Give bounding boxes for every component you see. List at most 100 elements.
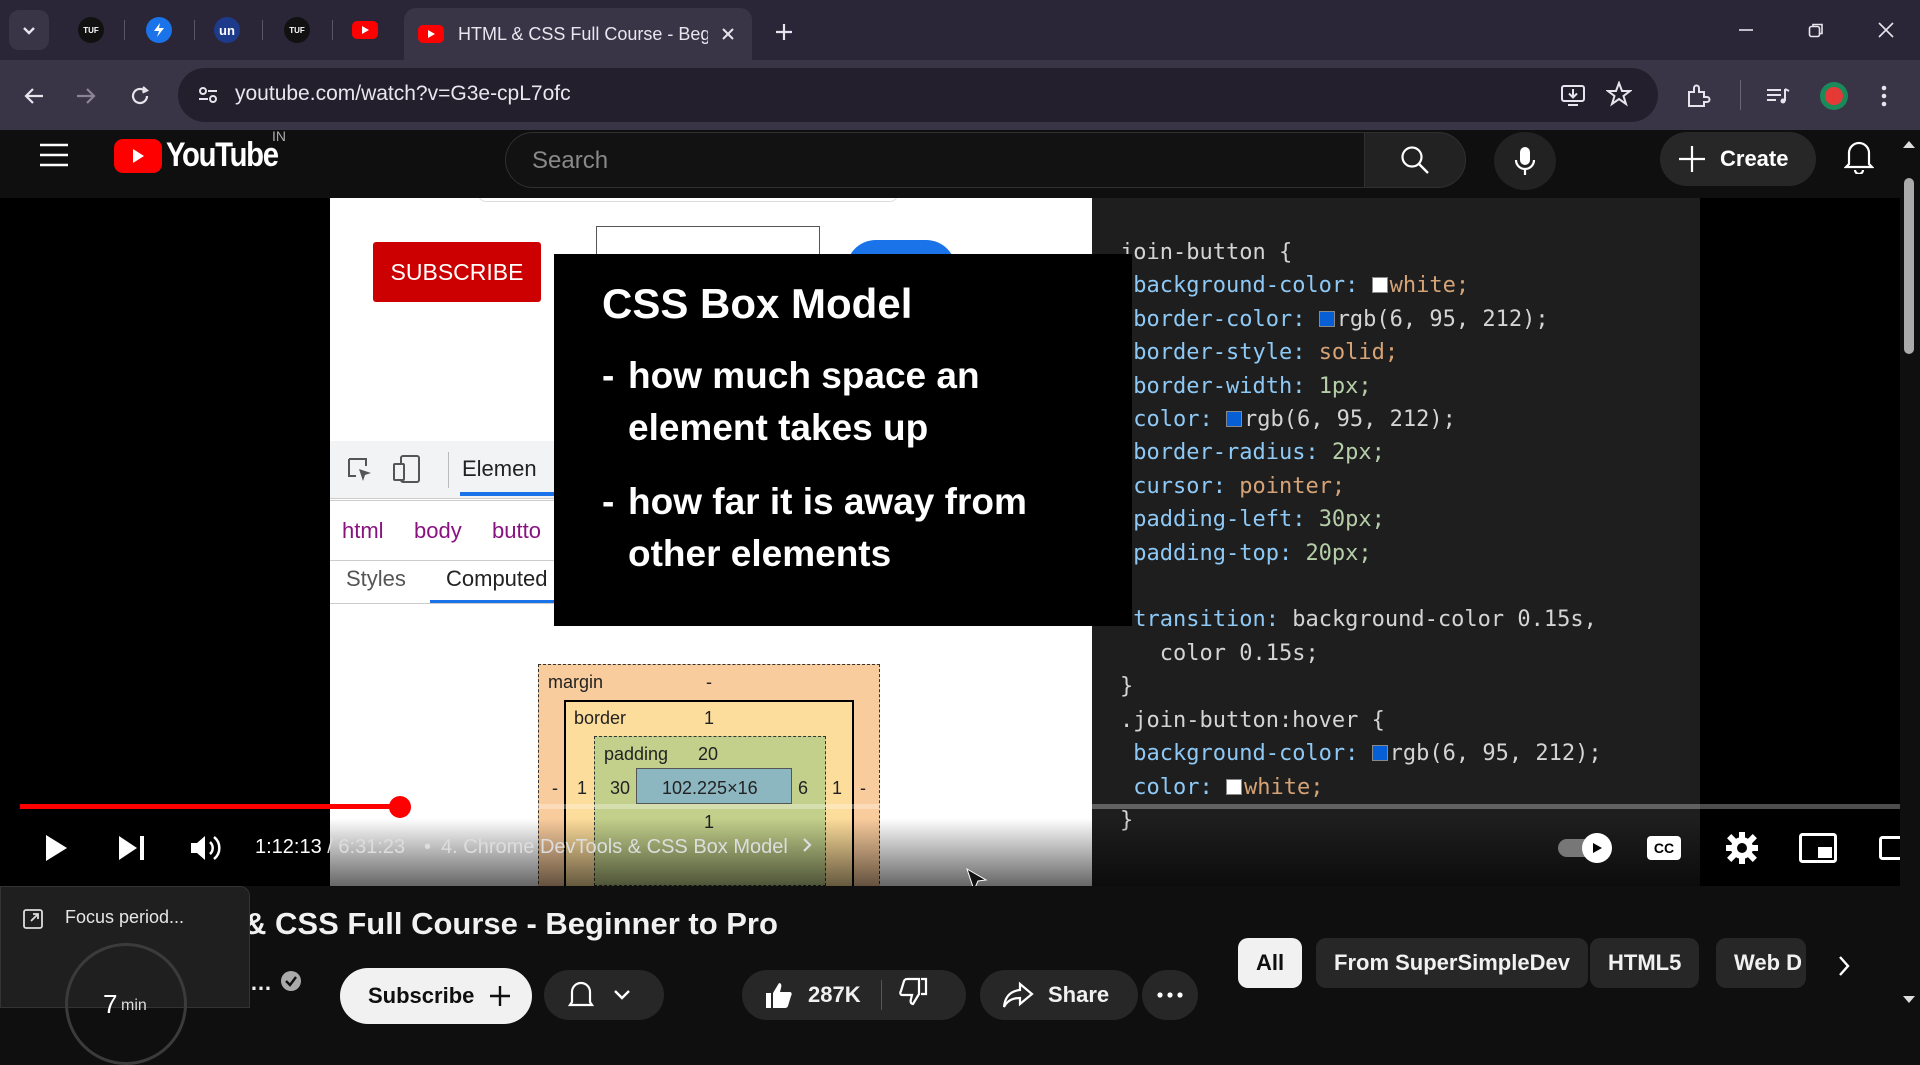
- chapter-label: 4. Chrome DevTools & CSS Box Model: [441, 836, 788, 858]
- bm-margin-right: -: [860, 778, 866, 798]
- chips-scroll-right-icon[interactable]: [1824, 946, 1864, 986]
- create-button[interactable]: Create: [1660, 132, 1816, 186]
- captions-button[interactable]: CC: [1644, 828, 1684, 868]
- code-value: 30px;: [1318, 507, 1385, 533]
- chip-html5[interactable]: HTML5: [1590, 938, 1700, 988]
- plus-icon: [1679, 146, 1705, 172]
- progress-bar-played: [20, 804, 400, 809]
- color-swatch: [1371, 277, 1388, 294]
- skip-next-icon: [119, 836, 144, 860]
- chip-all[interactable]: All: [1238, 938, 1303, 988]
- scroll-up-arrow-icon[interactable]: [1902, 136, 1916, 154]
- chapter-title[interactable]: • 4. Chrome DevTools & CSS Box Model: [424, 836, 813, 859]
- code-value: rgb(6, 95, 212);: [1336, 306, 1549, 332]
- progress-scrubber-handle[interactable]: [389, 796, 411, 818]
- search-input[interactable]: Search: [505, 132, 1365, 188]
- search-icon: [1401, 146, 1429, 174]
- code-property: border-style:: [1133, 340, 1319, 366]
- tab-5[interactable]: [334, 10, 396, 50]
- bm-border-right: 1: [832, 778, 843, 798]
- play-button[interactable]: [36, 828, 76, 868]
- site-info-icon[interactable]: [196, 83, 220, 112]
- voice-search-button[interactable]: [1494, 132, 1556, 190]
- focus-popout-icon[interactable]: [21, 907, 45, 936]
- new-tab-icon[interactable]: [764, 14, 804, 50]
- next-video-button[interactable]: [112, 828, 152, 868]
- install-app-icon[interactable]: [1560, 82, 1586, 113]
- chrome-menu-icon[interactable]: [1864, 76, 1904, 116]
- profile-avatar[interactable]: [1814, 76, 1854, 116]
- code-property: padding-top:: [1133, 540, 1306, 566]
- slide-bullet-dash: -: [602, 355, 615, 396]
- scrollbar-thumb[interactable]: [1904, 178, 1914, 354]
- settings-button[interactable]: [1720, 826, 1764, 870]
- youtube-logo[interactable]: YouTube: [114, 136, 296, 175]
- code-property: color:: [1133, 407, 1226, 433]
- scroll-down-arrow-icon[interactable]: [1902, 992, 1916, 1010]
- miniplayer-button[interactable]: [1796, 828, 1840, 868]
- tab-3[interactable]: un: [196, 10, 258, 50]
- color-swatch: [1225, 778, 1242, 795]
- device-toggle-icon: [392, 454, 422, 489]
- minimize-icon[interactable]: [1716, 12, 1776, 48]
- share-button[interactable]: Share: [980, 970, 1138, 1020]
- hamburger-menu-icon[interactable]: [38, 142, 70, 173]
- youtube-favicon: [352, 21, 378, 39]
- focus-minutes: 7: [103, 989, 118, 1019]
- code-property: background-color:: [1133, 273, 1372, 299]
- notification-preferences-button[interactable]: [544, 970, 664, 1020]
- play-icon: [46, 835, 67, 861]
- media-control-icon[interactable]: [1758, 76, 1798, 116]
- restore-icon[interactable]: [1786, 12, 1846, 48]
- forward-icon[interactable]: [66, 76, 106, 116]
- code-property: cursor:: [1133, 473, 1240, 499]
- subscribe-button[interactable]: Subscribe: [340, 968, 532, 1024]
- code-line: color: white;: [1120, 771, 1602, 804]
- chevron-down-icon: [614, 990, 630, 1000]
- code-property: border-width:: [1133, 373, 1319, 399]
- address-bar[interactable]: youtube.com/watch?v=G3e-cpL7ofc: [178, 68, 1658, 122]
- back-icon[interactable]: [14, 76, 54, 116]
- verified-badge-icon: [280, 970, 302, 997]
- blue-bolt-favicon: [146, 17, 172, 43]
- reload-icon[interactable]: [120, 76, 160, 116]
- close-tab-icon[interactable]: [716, 22, 740, 46]
- volume-button[interactable]: [186, 828, 226, 868]
- code-value: 1px;: [1318, 373, 1372, 399]
- notifications-bell-icon[interactable]: [1843, 138, 1875, 179]
- slide-bullet-text: how much space an element takes up: [628, 355, 980, 448]
- url-text[interactable]: youtube.com/watch?v=G3e-cpL7ofc: [235, 82, 571, 106]
- search-button[interactable]: [1364, 132, 1466, 188]
- color-swatch: [1225, 411, 1242, 428]
- close-window-icon[interactable]: [1856, 12, 1916, 48]
- tab-search-button[interactable]: [0, 10, 58, 50]
- bookmark-star-icon[interactable]: [1605, 80, 1633, 112]
- miniplayer-icon: [1799, 833, 1837, 863]
- time-display: 1:12:13 / 6:31:23: [255, 836, 406, 858]
- chip-web[interactable]: Web D: [1716, 938, 1806, 988]
- breadcrumb-body: body: [414, 518, 462, 543]
- video-player[interactable]: Elemen html body butto Styles Computed S…: [0, 198, 1920, 886]
- devtools-computed-tab: Computed: [446, 566, 548, 591]
- share-label: Share: [1048, 982, 1110, 1007]
- focus-period-widget[interactable]: Focus period... 7 min: [0, 886, 250, 1065]
- autoplay-toggle[interactable]: [1554, 832, 1612, 864]
- like-button[interactable]: 287K: [764, 980, 861, 1010]
- extensions-icon[interactable]: [1678, 76, 1718, 116]
- css-box-model-slide: CSS Box Model - how much space an elemen…: [554, 254, 1132, 626]
- chip-from-channel[interactable]: From SuperSimpleDev: [1316, 938, 1588, 988]
- channel-name-truncated[interactable]: …: [250, 970, 272, 996]
- tab-4[interactable]: TUF: [266, 10, 328, 50]
- code-line: border-style: solid;: [1120, 336, 1602, 369]
- youtube-play-logo-icon: [114, 138, 162, 173]
- more-actions-button[interactable]: [1142, 970, 1198, 1020]
- youtube-header: YouTube IN Search Create: [0, 128, 1920, 198]
- code-value: solid;: [1318, 340, 1399, 366]
- tab-2[interactable]: [128, 10, 190, 50]
- active-tab[interactable]: HTML & CSS Full Course - Beginner to Pro: [404, 8, 752, 60]
- code-line: color: rgb(6, 95, 212);: [1120, 403, 1602, 436]
- tab-1[interactable]: TUF: [60, 10, 122, 50]
- code-value: color 0.15s;: [1159, 640, 1319, 666]
- code-line: border-color: rgb(6, 95, 212);: [1120, 303, 1602, 336]
- browser-tab-strip: TUF un TUF HTML & CSS Full Course - Begi…: [0, 0, 1920, 60]
